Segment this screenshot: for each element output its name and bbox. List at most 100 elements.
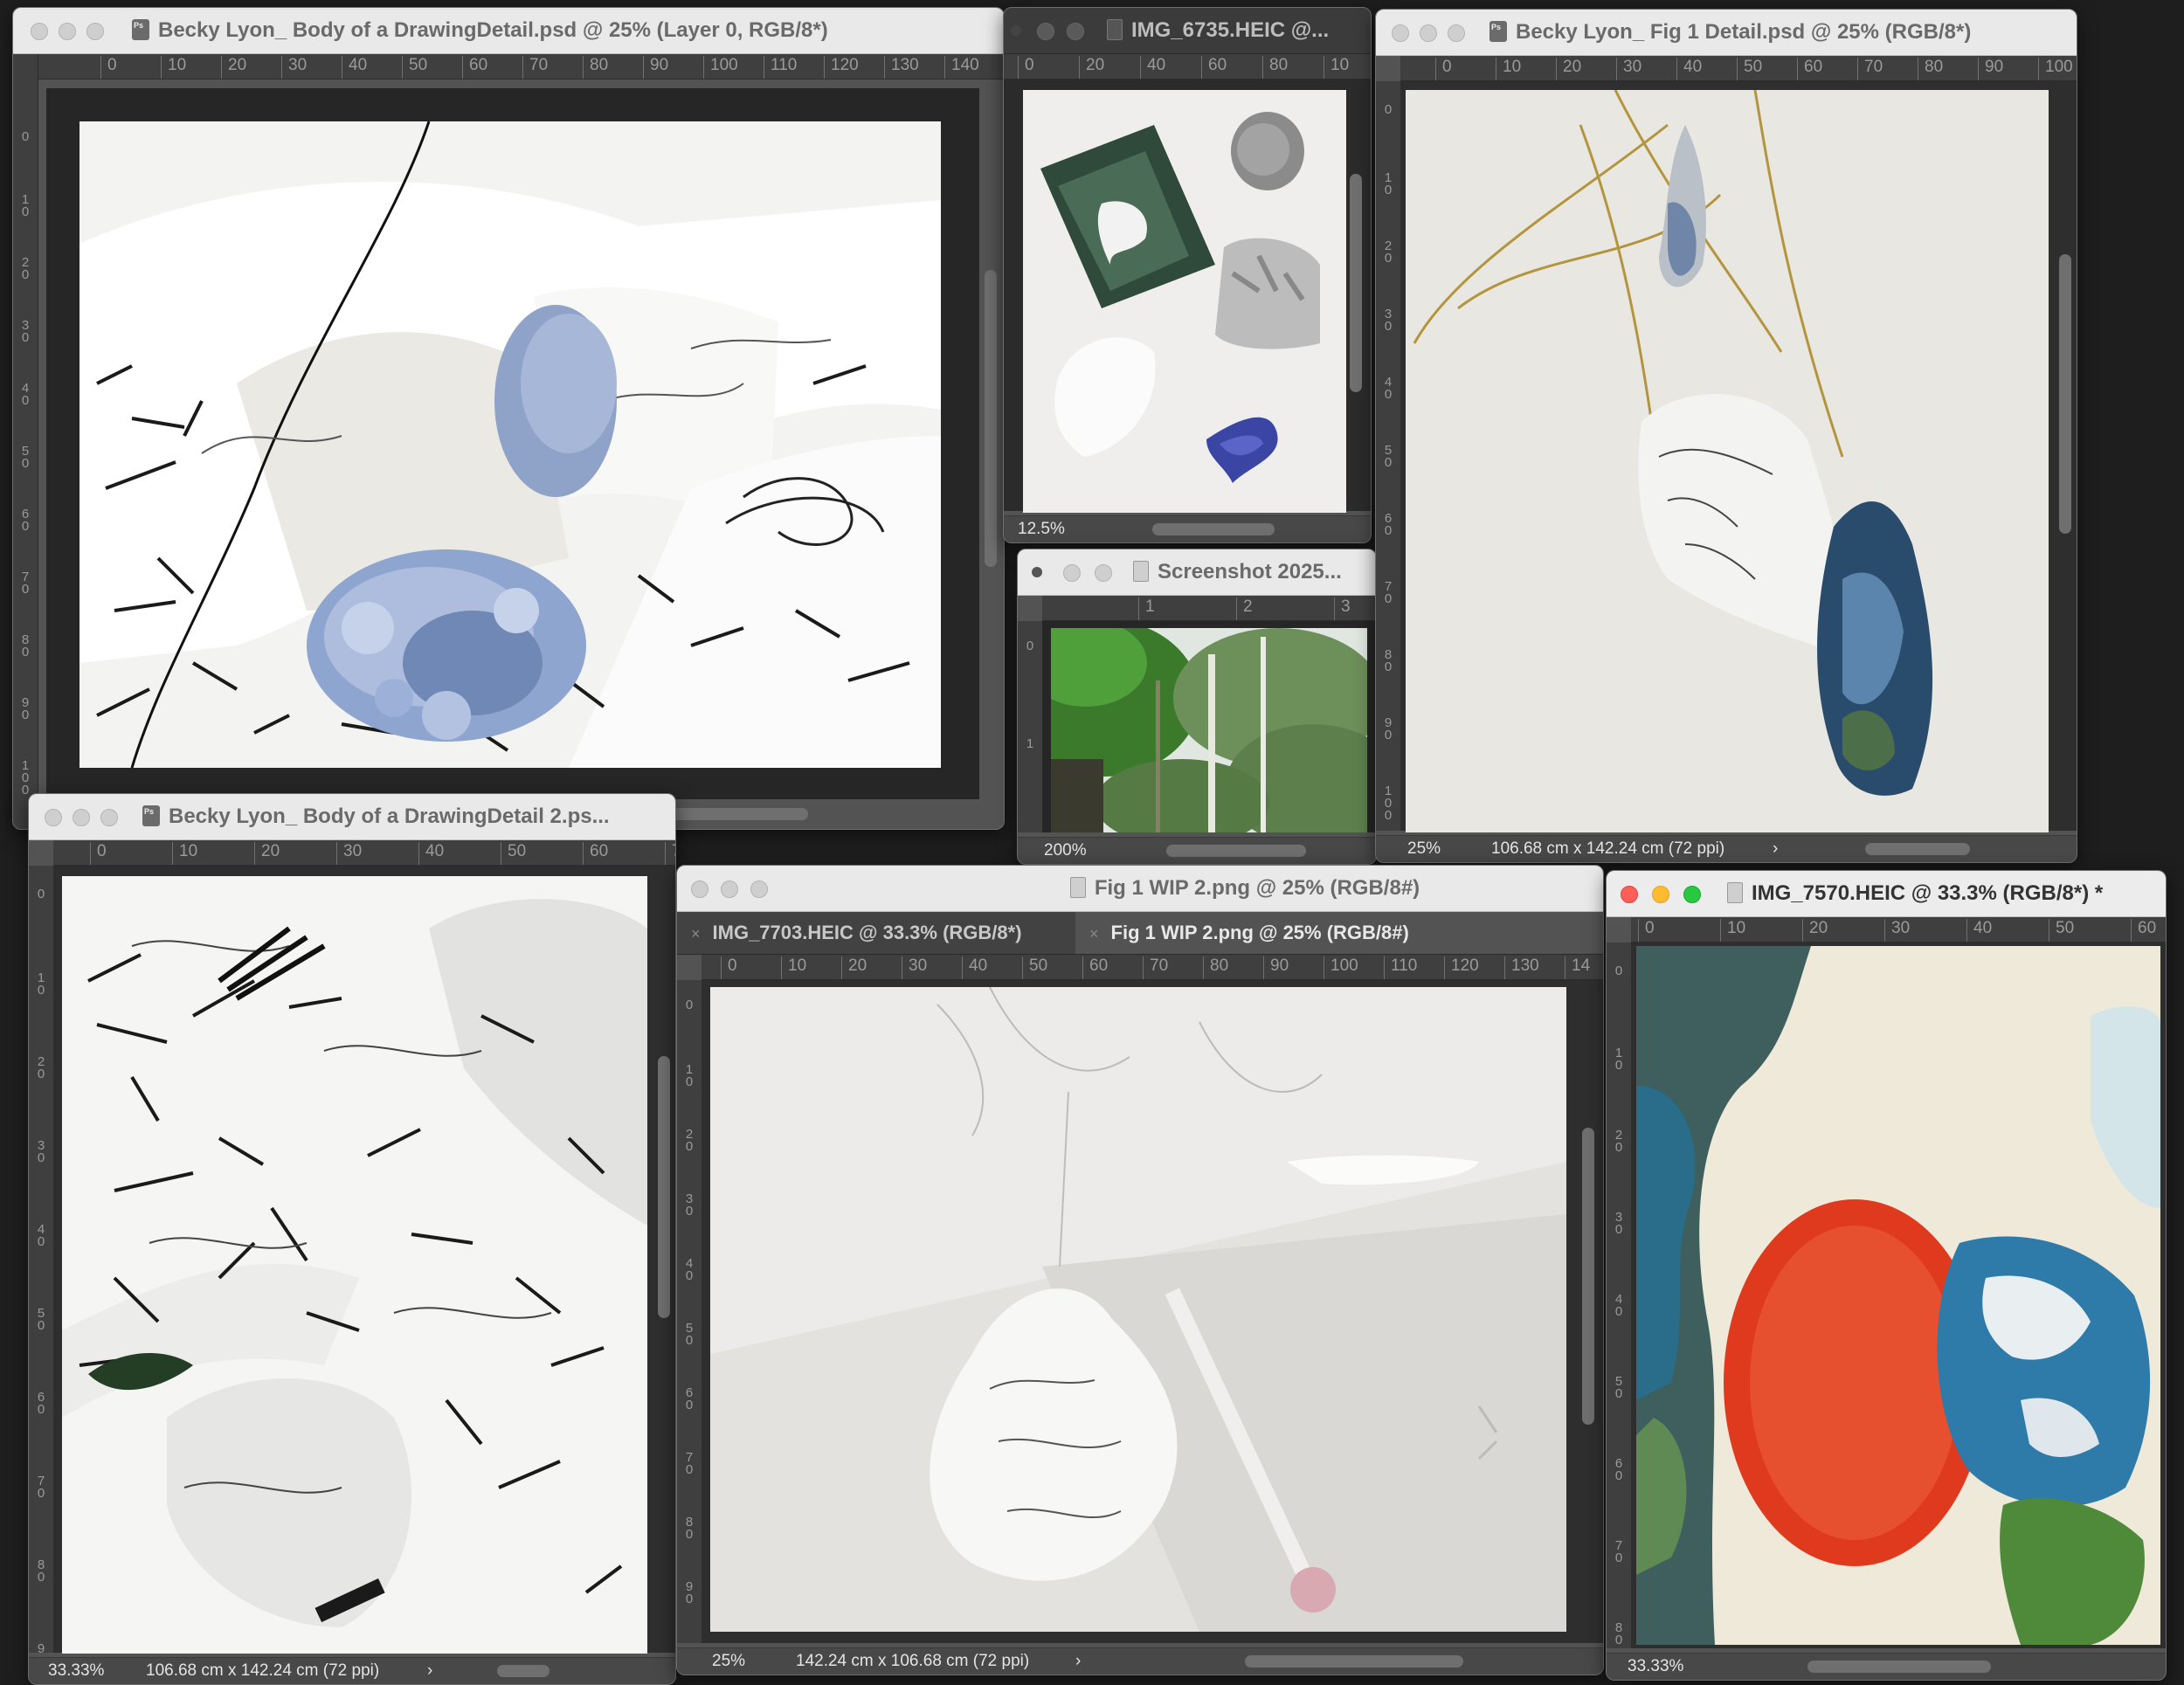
zoom-button[interactable] — [1683, 886, 1701, 903]
minimize-button[interactable] — [1652, 886, 1669, 903]
window-titlebar[interactable]: Becky Lyon_ Body of a DrawingDetail 2.ps… — [29, 794, 675, 840]
close-dot[interactable] — [1011, 25, 1021, 36]
status-menu-arrow[interactable]: › — [427, 1658, 432, 1684]
document-size: 106.68 cm x 142.24 cm (72 ppi) — [146, 1661, 380, 1680]
minimize-button[interactable] — [73, 809, 90, 826]
ruler-tick-label: 9 0 — [21, 695, 30, 722]
zoom-level: 25% — [1407, 839, 1441, 858]
close-dot[interactable] — [1032, 567, 1042, 577]
minimize-button[interactable] — [721, 880, 738, 898]
close-button[interactable] — [691, 880, 708, 898]
status-menu-arrow[interactable]: › — [1773, 836, 1778, 862]
document-tab-bar: × IMG_7703.HEIC @ 33.3% (RGB/8*) × Fig 1 W… — [677, 912, 1603, 955]
close-button[interactable] — [1392, 24, 1409, 42]
ruler-tick-label: 0 — [1018, 56, 1034, 79]
horizontal-scrollbar[interactable] — [1245, 1655, 1463, 1668]
close-button[interactable] — [45, 809, 62, 826]
ruler-tick-label: 0 — [90, 842, 107, 865]
document-image — [79, 121, 941, 768]
ruler-tick-label: 3 0 — [1614, 1210, 1623, 1237]
zoom-button[interactable] — [86, 23, 104, 40]
ruler-tick-label: 50 — [401, 56, 428, 79]
window-titlebar[interactable]: IMG_6735.HEIC @... — [1004, 8, 1371, 54]
horizontal-scrollbar[interactable] — [1865, 843, 1970, 855]
canvas-area[interactable] — [1400, 81, 2077, 832]
tab-fig-1-wip-2[interactable]: × Fig 1 WIP 2.png @ 25% (RGB/8#) — [1075, 912, 1603, 954]
minimize-button[interactable] — [59, 23, 76, 40]
ruler-tick-label: 1 0 — [1614, 1046, 1623, 1073]
vertical-ruler: 012 — [1018, 621, 1043, 832]
tab-close-icon[interactable]: × — [691, 925, 701, 943]
vertical-scrollbar[interactable] — [2059, 254, 2071, 534]
vertical-scrollbar[interactable] — [1350, 174, 1362, 392]
ruler-tick-label: 8 0 — [21, 632, 30, 659]
status-menu-arrow[interactable]: › — [1075, 1648, 1081, 1675]
ruler-tick-label: 10 — [780, 956, 807, 979]
window-img-6735[interactable]: IMG_6735.HEIC @... 0 20 40 60 80 10 12.5% — [1003, 7, 1372, 543]
ruler-tick-label: 6 0 — [1384, 511, 1393, 538]
ruler-tick-label: 130 — [884, 56, 919, 79]
document-size: 106.68 cm x 142.24 cm (72 ppi) — [1491, 839, 1725, 858]
minimize-button[interactable] — [1063, 564, 1081, 582]
window-titlebar[interactable]: Becky Lyon_ Fig 1 Detail.psd @ 25% (RGB/… — [1376, 10, 2077, 56]
zoom-button[interactable] — [100, 809, 118, 826]
ruler-tick-label: 3 0 — [37, 1138, 45, 1165]
window-title: Becky Lyon_ Body of a DrawingDetail 2.ps… — [169, 805, 610, 828]
ruler-tick-label: 90 — [642, 56, 669, 79]
canvas-area[interactable] — [1631, 943, 2166, 1648]
tab-img-7703[interactable]: × IMG_7703.HEIC @ 33.3% (RGB/8*) — [677, 912, 1076, 954]
window-fig-1-detail[interactable]: Becky Lyon_ Fig 1 Detail.psd @ 25% (RGB/… — [1375, 9, 2077, 863]
zoom-button[interactable] — [750, 880, 768, 898]
vertical-scrollbar[interactable] — [1582, 1128, 1594, 1425]
window-body-of-a-drawing-detail[interactable]: Becky Lyon_ Body of a DrawingDetail.psd … — [12, 7, 1005, 830]
minimize-button[interactable] — [1420, 24, 1437, 42]
ruler-tick-label: 3 — [1334, 597, 1351, 620]
window-fig-1-wip-2[interactable]: Fig 1 WIP 2.png @ 25% (RGB/8#) × IMG_7703… — [676, 865, 1604, 1675]
window-titlebar[interactable]: Screenshot 2025... — [1018, 549, 1376, 596]
vertical-scrollbar[interactable] — [658, 1056, 670, 1318]
canvas-area[interactable] — [53, 866, 675, 1654]
ruler-tick-label: 50 — [500, 842, 527, 865]
ruler-tick-label: 90 — [1977, 58, 2004, 80]
zoom-level: 12.5% — [1018, 520, 1065, 538]
ruler-tick-label: 8 0 — [1614, 1620, 1623, 1647]
minimize-button[interactable] — [1037, 23, 1054, 40]
horizontal-scrollbar[interactable] — [1152, 523, 1275, 535]
ruler-tick-label: 6 0 — [21, 507, 30, 534]
zoom-button[interactable] — [1067, 23, 1084, 40]
ruler-tick-label: 9 0 — [37, 1641, 45, 1653]
ruler-tick-label: 0 — [1614, 963, 1623, 978]
horizontal-scrollbar[interactable] — [1807, 1661, 1991, 1673]
document-icon — [1727, 881, 1743, 903]
canvas-area[interactable] — [46, 88, 979, 799]
ruler-tick-label: 0 — [1638, 919, 1655, 942]
ruler-tick-label: 40 — [961, 956, 988, 979]
horizontal-scrollbar[interactable] — [497, 1665, 549, 1677]
horizontal-scrollbar[interactable] — [1166, 845, 1306, 857]
vertical-scrollbar[interactable] — [985, 270, 997, 567]
window-screenshot-2025[interactable]: Screenshot 2025... 1 2 3 0 1 2 200% — [1017, 549, 1377, 865]
window-img-7570[interactable]: IMG_7570.HEIC @ 33.3% (RGB/8*) * 0 10 20 30… — [1606, 870, 2167, 1681]
ruler-tick-label: 7 0 — [685, 1450, 694, 1477]
ruler-tick-label: 70 — [1856, 58, 1883, 80]
canvas-area[interactable] — [702, 980, 1603, 1643]
ruler-tick-label: 1 0 — [1384, 170, 1393, 197]
ruler-tick-label: 40 — [341, 56, 368, 79]
ruler-tick-label: 20 — [840, 956, 867, 979]
window-body-of-a-drawing-detail-2[interactable]: Becky Lyon_ Body of a DrawingDetail 2.ps… — [28, 793, 676, 1685]
zoom-button[interactable] — [1448, 24, 1465, 42]
ruler-tick-label: 2 0 — [21, 255, 30, 282]
close-button[interactable] — [31, 23, 48, 40]
window-titlebar[interactable]: Becky Lyon_ Body of a DrawingDetail.psd … — [13, 8, 1004, 54]
canvas-area[interactable] — [1042, 621, 1376, 832]
horizontal-ruler: 0 20 40 60 80 10 — [1004, 54, 1371, 79]
photoshop-file-icon — [142, 805, 160, 826]
tab-close-icon[interactable]: × — [1089, 925, 1099, 943]
ruler-tick-label: 0 — [37, 887, 45, 901]
ruler-tick-label: 50 — [1021, 956, 1048, 979]
window-titlebar[interactable]: Fig 1 WIP 2.png @ 25% (RGB/8#) — [677, 866, 1603, 912]
close-button[interactable] — [1621, 886, 1638, 903]
window-titlebar[interactable]: IMG_7570.HEIC @ 33.3% (RGB/8*) * — [1607, 871, 2166, 917]
zoom-button[interactable] — [1095, 564, 1112, 582]
canvas-area[interactable] — [1004, 79, 1371, 513]
